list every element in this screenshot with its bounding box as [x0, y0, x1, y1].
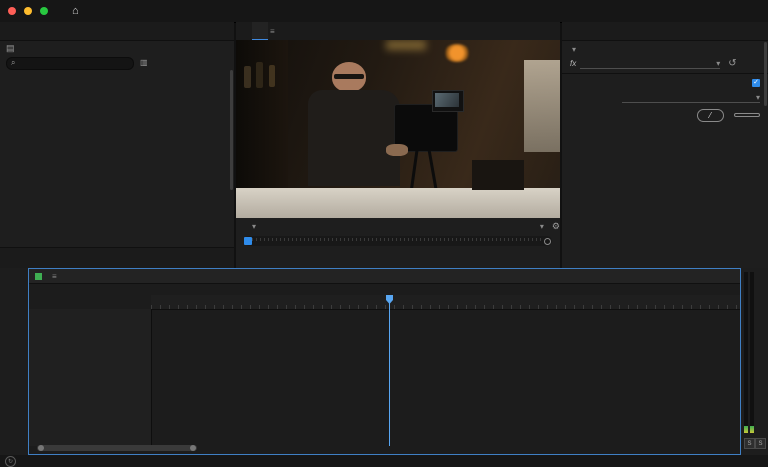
sequence-indicator [35, 272, 42, 280]
search-input[interactable]: ⌕ [6, 56, 134, 70]
monitor-scrubber[interactable] [244, 236, 552, 246]
window-close-button[interactable] [8, 7, 16, 15]
scrubber-playhead[interactable] [244, 237, 252, 245]
timeline-panel: ≡ [28, 268, 741, 455]
person-glasses [334, 74, 364, 79]
warm-light [386, 40, 426, 50]
bin-toolbar [0, 247, 234, 268]
timeline-horizontal-scrollbar[interactable] [37, 445, 197, 451]
video-preview [236, 40, 560, 218]
fx-icon: fx [570, 59, 577, 68]
bottle-shape [256, 62, 263, 88]
tab-source-monitor[interactable] [236, 22, 252, 40]
scrubber-ticks [252, 238, 544, 241]
lumetri-tabbar [562, 22, 768, 41]
premiere-window: ⌂ ▤ ⌕ ▥ ≡ ▾ ▾ ⚙ ▾ fx ▾ ↺ ✓ ▾ ⁄ ≡ S S ↻ [0, 0, 768, 467]
monitor-controls-row: ▾ ▾ ⚙ [236, 219, 560, 233]
media-browser-icon: ▤ [6, 42, 15, 53]
bin-breadcrumb-row: ▤ [0, 41, 234, 55]
filter-icon[interactable]: ▥ [140, 59, 148, 67]
bar-shadow [472, 160, 524, 190]
effect-select[interactable]: ▾ [580, 59, 721, 69]
tools-panel [0, 268, 29, 458]
playback-resolution-select[interactable]: ▾ [540, 222, 544, 231]
bottle-shape [269, 65, 275, 87]
countertop [236, 188, 560, 218]
monitor-tabbar: ≡ [236, 22, 560, 41]
panel-menu-icon[interactable]: ≡ [52, 272, 57, 281]
reset-effect-icon[interactable]: ↺ [728, 58, 736, 69]
solo-left-button[interactable]: S [744, 438, 755, 449]
timeline-ruler[interactable] [151, 295, 740, 310]
bin-tabbar [0, 22, 234, 41]
home-icon[interactable]: ⌂ [72, 5, 79, 17]
lumetri-color-panel: ▾ fx ▾ ↺ ✓ ▾ ⁄ [562, 22, 768, 268]
project-bin-panel: ▤ ⌕ ▥ [0, 22, 234, 268]
playhead[interactable] [389, 295, 390, 446]
pendant-lamp [444, 44, 470, 62]
person-body [308, 90, 400, 186]
bottle-shape [244, 66, 251, 88]
sync-status-icon[interactable]: ↻ [5, 456, 16, 467]
status-bar: ↻ [0, 455, 768, 467]
tab-program-monitor[interactable] [252, 22, 268, 41]
window-zoom-button[interactable] [40, 7, 48, 15]
bin-search-row: ⌕ ▥ [0, 55, 234, 71]
monitor-settings-wrench-icon[interactable]: ⚙ [552, 221, 560, 231]
reset-button[interactable] [734, 113, 760, 117]
track-headers [29, 309, 152, 446]
program-monitor-panel: ≡ ▾ ▾ ⚙ [236, 22, 560, 268]
person-hand [386, 144, 408, 156]
search-icon: ⌕ [11, 58, 16, 67]
window-light [524, 60, 560, 152]
solo-right-button[interactable]: S [755, 438, 766, 449]
track-lanes [151, 309, 740, 446]
panel-menu-icon[interactable]: ≡ [270, 27, 275, 36]
window-minimize-button[interactable] [24, 7, 32, 15]
auto-button[interactable]: ⁄ [696, 108, 724, 122]
chevron-down-icon: ▾ [572, 45, 577, 54]
zoom-level-select[interactable]: ▾ [252, 222, 256, 231]
meter-left-channel [744, 272, 748, 433]
menubar: ⌂ [0, 0, 768, 23]
camera-monitor-screen [435, 93, 459, 107]
timeline-tabbar: ≡ [29, 269, 740, 284]
transport-controls [236, 250, 560, 266]
meter-right-channel [750, 272, 754, 433]
scrubber-right-handle[interactable] [544, 238, 551, 245]
lumetri-scrollbar[interactable] [764, 42, 767, 106]
input-lut-select[interactable]: ▾ [622, 93, 760, 103]
bin-scrollbar[interactable] [230, 70, 233, 190]
bin-item-grid [0, 70, 234, 254]
audio-meters-panel: S S [741, 268, 768, 455]
section-enabled-checkbox[interactable]: ✓ [752, 79, 760, 87]
